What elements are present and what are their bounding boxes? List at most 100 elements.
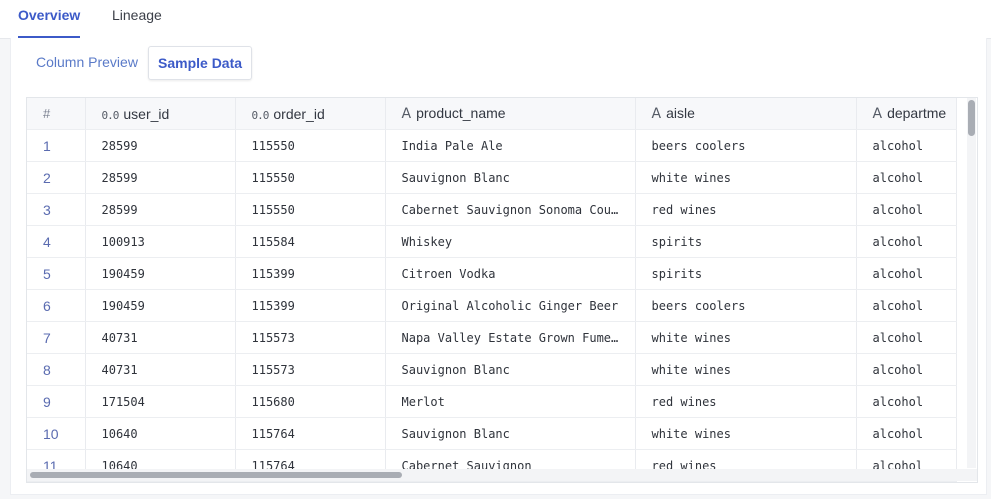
horizontal-scrollbar[interactable] (27, 469, 977, 481)
vertical-scrollbar[interactable] (967, 98, 976, 468)
user-id-cell: 40731 (85, 321, 236, 354)
column-header-department[interactable]: Adepartme (856, 98, 957, 130)
aisle-cell: spirits (635, 257, 857, 290)
product-name-cell: Merlot (385, 385, 636, 418)
sample-data-panel: Column Preview Sample Data # 0.0 user_id… (10, 38, 987, 495)
tab-lineage-label: Lineage (112, 7, 162, 23)
column-header-index[interactable]: # (27, 98, 86, 130)
user-id-cell: 190459 (85, 257, 236, 290)
department-cell: alcohol (856, 129, 957, 162)
subtab-column-preview-label: Column Preview (36, 54, 138, 70)
text-type-icon: A (401, 106, 412, 122)
aisle-cell: white wines (635, 321, 857, 354)
user-id-cell: 28599 (85, 193, 236, 226)
row-number-cell: 6 (27, 289, 86, 322)
table-row[interactable]: 6 190459 115399 Original Alcoholic Ginger B… (27, 289, 957, 322)
aisle-cell: red wines (635, 193, 857, 226)
table-row[interactable]: 1 28599 115550 India Pale Ale beers coolers a… (27, 129, 957, 162)
order-id-cell: 115399 (235, 289, 386, 322)
text-type-icon: A (651, 106, 662, 122)
order-id-cell: 115573 (235, 353, 386, 386)
table-row[interactable]: 8 40731 115573 Sauvignon Blanc white wines al… (27, 353, 957, 386)
user-id-cell: 190459 (85, 289, 236, 322)
sample-data-table-container: # 0.0 user_id 0.0 order_id Aproduct_name A… (26, 97, 978, 483)
order-id-cell: 115550 (235, 129, 386, 162)
row-number-cell: 5 (27, 257, 86, 290)
column-header-label: departme (887, 105, 947, 121)
subtab-column-preview[interactable]: Column Preview (27, 46, 147, 78)
text-type-icon: A (872, 106, 883, 122)
product-name-cell: Sauvignon Blanc (385, 417, 636, 450)
department-cell: alcohol (856, 257, 957, 290)
table-row[interactable]: 9 171504 115680 Merlot red wines alcohol (27, 385, 957, 418)
user-id-cell: 171504 (85, 385, 236, 418)
column-header-product-name[interactable]: Aproduct_name (385, 98, 636, 130)
user-id-cell: 28599 (85, 129, 236, 162)
row-number-cell: 2 (27, 161, 86, 194)
column-header-aisle[interactable]: Aaisle (635, 98, 857, 130)
top-tab-bar: Overview Lineage (0, 0, 991, 39)
user-id-cell: 28599 (85, 161, 236, 194)
user-id-cell: 100913 (85, 225, 236, 258)
numeric-type-icon: 0.0 (251, 108, 270, 122)
department-cell: alcohol (856, 353, 957, 386)
row-number-cell: 10 (27, 417, 86, 450)
table-row[interactable]: 10 10640 115764 Sauvignon Blanc white wines a… (27, 417, 957, 450)
row-number-cell: 1 (27, 129, 86, 162)
order-id-cell: 115399 (235, 257, 386, 290)
horizontal-scroll-thumb[interactable] (30, 472, 402, 478)
department-cell: alcohol (856, 161, 957, 194)
user-id-cell: 10640 (85, 417, 236, 450)
aisle-cell: red wines (635, 385, 857, 418)
aisle-cell: white wines (635, 353, 857, 386)
aisle-cell: white wines (635, 417, 857, 450)
aisle-cell: beers coolers (635, 129, 857, 162)
product-name-cell: India Pale Ale (385, 129, 636, 162)
column-header-user-id[interactable]: 0.0 user_id (85, 98, 236, 130)
department-cell: alcohol (856, 289, 957, 322)
table-body: 1 28599 115550 India Pale Ale beers coolers a… (27, 129, 957, 482)
table-row[interactable]: 7 40731 115573 Napa Valley Estate Grown Fum… (27, 321, 957, 354)
order-id-cell: 115764 (235, 417, 386, 450)
column-header-order-id[interactable]: 0.0 order_id (235, 98, 386, 130)
product-name-cell: Original Alcoholic Ginger Beer (385, 289, 636, 322)
vertical-scroll-thumb[interactable] (968, 100, 975, 136)
department-cell: alcohol (856, 193, 957, 226)
aisle-cell: spirits (635, 225, 857, 258)
product-name-cell: Sauvignon Blanc (385, 161, 636, 194)
product-name-cell: Citroen Vodka (385, 257, 636, 290)
numeric-type-icon: 0.0 (101, 108, 120, 122)
product-name-cell: Sauvignon Blanc (385, 353, 636, 386)
order-id-cell: 115680 (235, 385, 386, 418)
table-row[interactable]: 2 28599 115550 Sauvignon Blanc white wines al… (27, 161, 957, 194)
subtab-sample-data[interactable]: Sample Data (148, 46, 253, 80)
row-number-cell: 7 (27, 321, 86, 354)
column-header-label: # (43, 106, 51, 121)
order-id-cell: 115573 (235, 321, 386, 354)
table-header-row: # 0.0 user_id 0.0 order_id Aproduct_name A… (27, 98, 957, 130)
tab-overview-label: Overview (18, 7, 81, 23)
department-cell: alcohol (856, 321, 957, 354)
department-cell: alcohol (856, 225, 957, 258)
column-header-label: aisle (666, 105, 695, 121)
user-id-cell: 40731 (85, 353, 236, 386)
tab-overview[interactable]: Overview (18, 0, 81, 38)
order-id-cell: 115584 (235, 225, 386, 258)
order-id-cell: 115550 (235, 161, 386, 194)
aisle-cell: beers coolers (635, 289, 857, 322)
column-header-label: product_name (416, 105, 506, 121)
row-number-cell: 4 (27, 225, 86, 258)
table-row[interactable]: 3 28599 115550 Cabernet Sauvignon Sonoma Co… (27, 193, 957, 226)
product-name-cell: Cabernet Sauvignon Sonoma Cou… (385, 193, 636, 226)
row-number-cell: 8 (27, 353, 86, 386)
department-cell: alcohol (856, 417, 957, 450)
table-row[interactable]: 5 190459 115399 Citroen Vodka spirits alcohol (27, 257, 957, 290)
row-number-cell: 3 (27, 193, 86, 226)
table-row[interactable]: 4 100913 115584 Whiskey spirits alcohol (27, 225, 957, 258)
column-header-label: user_id (123, 105, 170, 122)
sample-data-table: # 0.0 user_id 0.0 order_id Aproduct_name A… (27, 98, 957, 482)
column-header-label: order_id (273, 105, 325, 122)
subtab-sample-data-label: Sample Data (158, 55, 243, 71)
tab-lineage[interactable]: Lineage (112, 0, 162, 38)
row-number-cell: 9 (27, 385, 86, 418)
